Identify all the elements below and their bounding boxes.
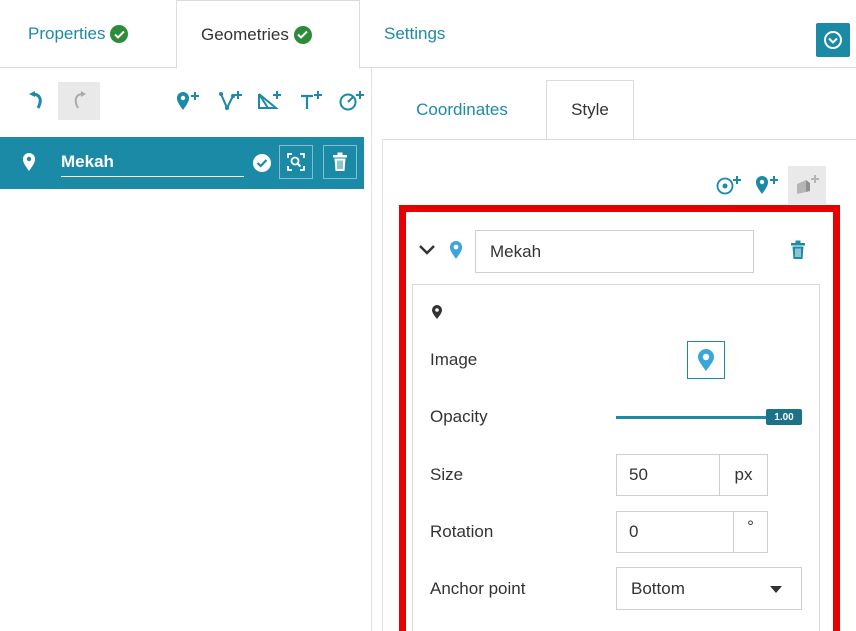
add-point-button[interactable] (173, 86, 203, 116)
add-marker-icon (177, 92, 199, 110)
tab-geometries[interactable]: Geometries (176, 0, 360, 69)
geometry-list-item[interactable]: Mekah (0, 137, 364, 189)
marker-style-icon (449, 240, 463, 265)
add-circle-style-button[interactable] (712, 170, 746, 200)
delete-geometry-button[interactable] (323, 145, 357, 179)
collapse-button[interactable] (816, 23, 850, 57)
check-icon (293, 25, 312, 44)
tab-style[interactable]: Style (546, 80, 634, 140)
chevron-down-icon[interactable] (418, 240, 436, 258)
rotation-label: Rotation (430, 522, 494, 541)
marker-image-icon (698, 349, 714, 371)
image-picker-button[interactable] (687, 341, 725, 379)
add-line-icon (219, 91, 242, 111)
check-icon[interactable] (252, 153, 272, 178)
rotation-unit: ° (733, 511, 768, 553)
size-label: Size (430, 465, 464, 484)
check-icon (110, 25, 129, 43)
tab-label: Coordinates (416, 99, 508, 119)
top-tab-bar: Properties Geometries Settings (0, 0, 856, 69)
geometry-name-input[interactable]: Mekah (61, 151, 244, 177)
add-3d-style-icon (797, 175, 819, 194)
inner-panel-border (382, 139, 383, 631)
zoom-to-button[interactable] (279, 145, 313, 179)
panel-divider (371, 68, 372, 631)
size-unit: px (719, 454, 768, 496)
collapse-circle-icon (824, 31, 842, 49)
add-polygon-button[interactable] (254, 86, 284, 116)
add-marker-style-button[interactable] (752, 170, 782, 200)
trash-icon (333, 152, 347, 171)
add-line-button[interactable] (215, 86, 245, 116)
add-text-button[interactable] (296, 86, 326, 116)
tab-properties[interactable]: Properties (28, 0, 129, 68)
size-input[interactable]: 50 (616, 454, 720, 496)
delete-style-button[interactable] (790, 240, 806, 265)
tab-label: Style (571, 100, 609, 119)
tab-label: Properties (28, 24, 106, 43)
tab-settings[interactable]: Settings (384, 0, 450, 68)
anchor-point-label: Anchor point (430, 579, 526, 598)
rotation-input[interactable]: 0 (616, 511, 734, 553)
tab-label: Geometries (201, 24, 289, 44)
add-marker-style-icon (756, 176, 778, 194)
style-name-input[interactable]: Mekah (475, 230, 754, 273)
tab-label: Settings (384, 24, 446, 43)
opacity-slider-handle[interactable]: 1.00 (766, 409, 802, 425)
add-circle-style-icon (716, 176, 741, 195)
zoom-to-icon (287, 153, 305, 171)
undo-icon (29, 91, 42, 109)
add-polygon-icon (258, 91, 281, 109)
marker-icon (22, 152, 36, 177)
inner-tab-divider (382, 139, 856, 140)
add-circle-icon (339, 91, 364, 111)
image-label: Image (430, 350, 478, 369)
trash-icon (791, 240, 805, 259)
opacity-label: Opacity (430, 407, 488, 426)
undo-button[interactable] (22, 84, 52, 118)
add-circle-button[interactable] (336, 86, 368, 116)
redo-icon (74, 91, 86, 109)
tab-coordinates[interactable]: Coordinates (392, 80, 532, 139)
add-text-icon (301, 91, 322, 109)
add-3d-style-button[interactable] (788, 166, 826, 204)
chevron-down-icon (770, 586, 782, 593)
marker-small-icon (431, 304, 443, 325)
redo-button[interactable] (58, 82, 100, 120)
